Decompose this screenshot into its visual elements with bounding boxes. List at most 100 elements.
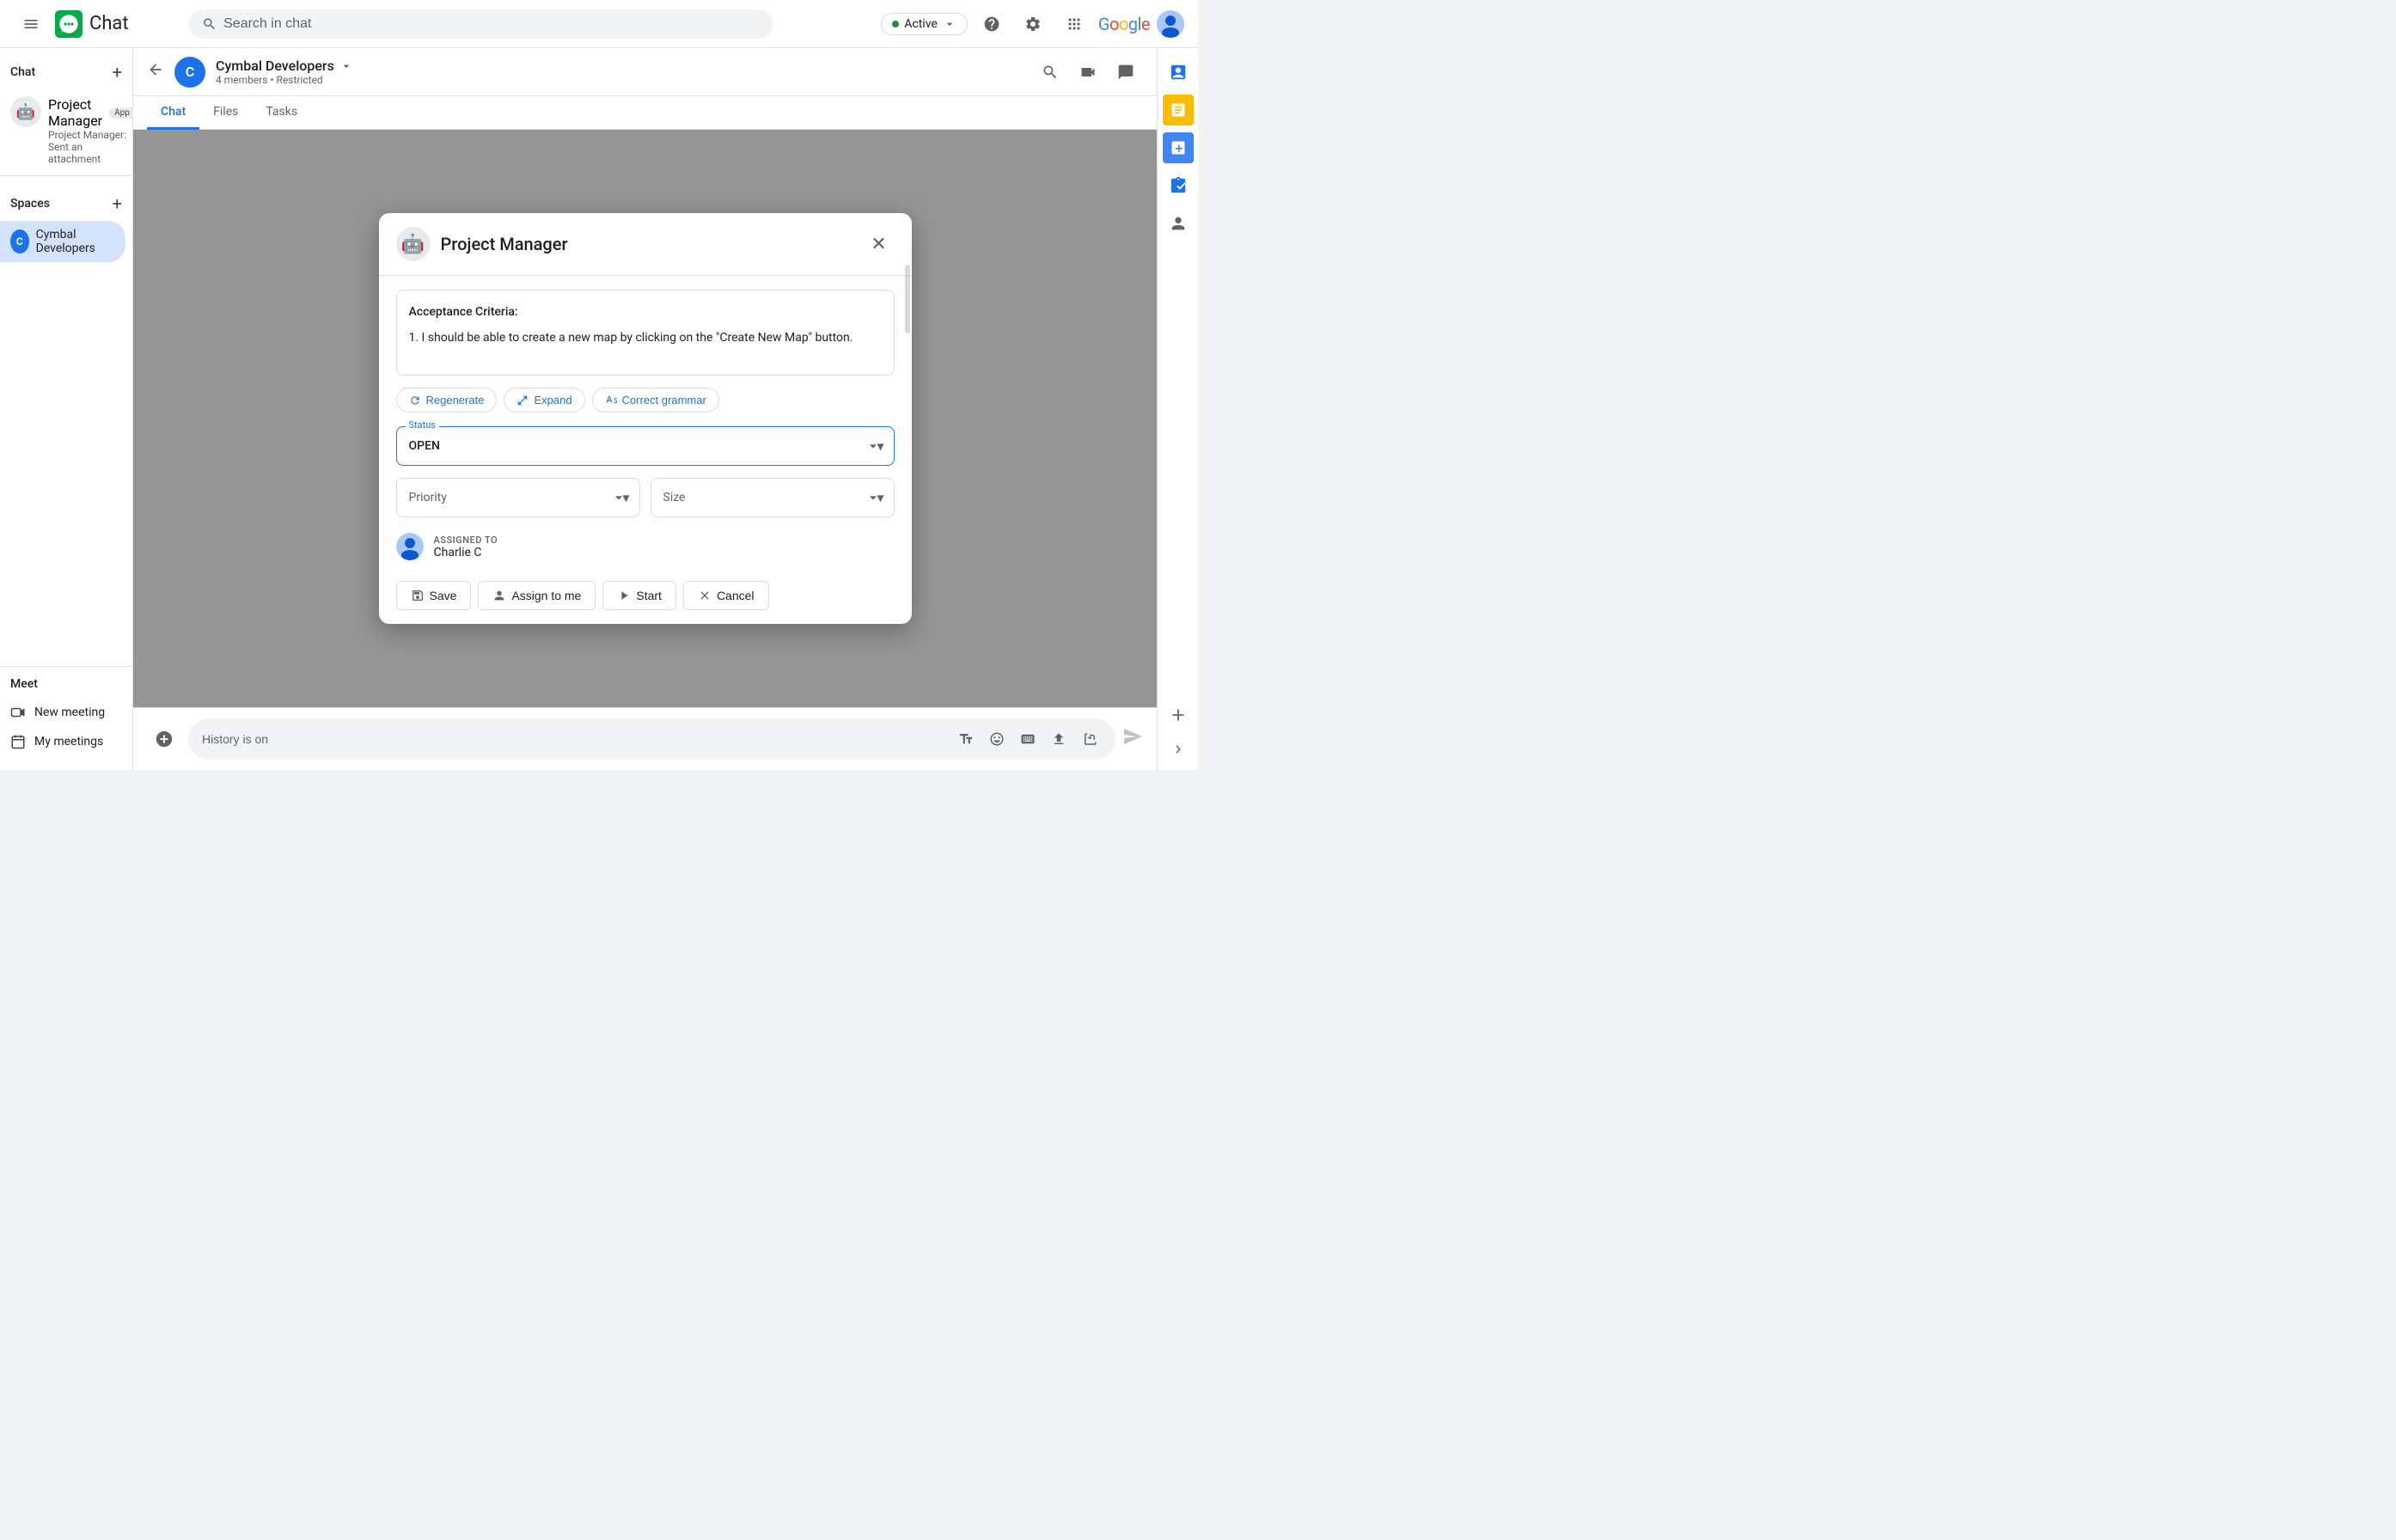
input-icons	[954, 727, 1102, 751]
search-chat-icon[interactable]	[1033, 55, 1067, 89]
right-panel-icon-1[interactable]	[1161, 55, 1195, 89]
sidebar-item-cymbal-developers[interactable]: C Cymbal Developers	[0, 221, 125, 262]
start-button[interactable]: Start	[602, 581, 676, 610]
add-content-icon[interactable]	[147, 722, 181, 756]
chat-body: 🤖 Project Manager ✕ Acceptance Criteria:…	[133, 130, 1157, 707]
regenerate-icon	[409, 394, 421, 406]
meet-title: Meet	[10, 677, 38, 691]
new-meeting-icon	[10, 705, 26, 720]
chat-bubble-icon[interactable]	[1109, 55, 1143, 89]
modal-bot-icon: 🤖	[396, 227, 431, 261]
user-avatar[interactable]	[1157, 10, 1184, 38]
emoji-icon[interactable]	[985, 727, 1009, 751]
assign-icon	[492, 589, 506, 602]
priority-size-row: Priority Size	[396, 478, 895, 517]
assigned-section: ASSIGNED TO Charlie C	[396, 529, 895, 564]
meet-section-header[interactable]: Meet	[0, 670, 132, 698]
regenerate-button[interactable]: Regenerate	[396, 388, 498, 412]
spaces-add-icon[interactable]: +	[113, 193, 122, 214]
sidebar-item-project-manager[interactable]: 🤖 Project Manager App Project Manager: S…	[0, 89, 132, 172]
space-header-info: Cymbal Developers 4 members • Restricted	[216, 58, 353, 86]
meet-section: Meet New meeting My meetings	[0, 656, 132, 763]
acceptance-criteria-box[interactable]: Acceptance Criteria: 1. I should be able…	[396, 290, 895, 376]
right-panel-icon-yellow[interactable]	[1163, 95, 1194, 125]
meet-my-meetings[interactable]: My meetings	[0, 727, 132, 756]
size-select[interactable]: Size	[651, 478, 895, 517]
send-button[interactable]	[1122, 726, 1143, 752]
size-wrapper: Size	[651, 478, 895, 517]
tab-files[interactable]: Files	[199, 96, 252, 130]
spaces-section-header[interactable]: Spaces +	[0, 186, 132, 221]
save-icon	[411, 589, 425, 602]
modal-body: Acceptance Criteria: 1. I should be able…	[379, 276, 912, 624]
tab-chat[interactable]: Chat	[147, 96, 199, 130]
assigned-name: Charlie C	[434, 546, 498, 559]
status-dot	[892, 21, 899, 28]
modal-title: Project Manager	[441, 234, 853, 254]
modal-actions: Save Assign to me Start	[396, 578, 895, 610]
modal: 🤖 Project Manager ✕ Acceptance Criteria:…	[379, 213, 912, 624]
assign-to-me-button[interactable]: Assign to me	[478, 581, 596, 610]
help-icon[interactable]	[975, 7, 1009, 41]
cancel-icon	[698, 589, 712, 602]
tab-tasks[interactable]: Tasks	[252, 96, 311, 130]
chat-tabs: Chat Files Tasks	[133, 96, 1157, 130]
priority-label: Priority	[409, 491, 447, 504]
back-button[interactable]	[147, 61, 164, 82]
video-add-icon[interactable]	[1078, 727, 1102, 751]
priority-wrapper: Priority	[396, 478, 640, 517]
right-panel	[1157, 48, 1198, 770]
upload-icon[interactable]	[1047, 727, 1071, 751]
priority-select[interactable]: Priority	[396, 478, 640, 517]
google-chat-logo	[55, 10, 83, 38]
cancel-button[interactable]: Cancel	[683, 581, 769, 610]
apps-icon[interactable]	[1057, 7, 1091, 41]
status-label: Active	[904, 17, 938, 31]
meet-new-meeting[interactable]: New meeting	[0, 698, 132, 727]
chat-section-header[interactable]: Chat +	[0, 55, 132, 89]
correct-grammar-button[interactable]: Correct grammar	[592, 388, 719, 412]
spaces-section: Spaces + C Cymbal Developers	[0, 186, 132, 262]
google-logo: Google	[1098, 14, 1150, 34]
chat-input[interactable]	[202, 732, 954, 746]
right-panel-add-icon[interactable]	[1161, 698, 1195, 732]
right-panel-person-icon[interactable]	[1161, 206, 1195, 241]
pm-name: Project Manager	[48, 96, 102, 129]
search-bar	[188, 9, 773, 39]
video-icon[interactable]	[1071, 55, 1105, 89]
size-label: Size	[663, 491, 686, 504]
right-panel-task-icon[interactable]	[1161, 168, 1195, 203]
hamburger-icon[interactable]	[14, 7, 48, 41]
status-dropdown-icon	[865, 437, 882, 455]
acceptance-criteria-text: 1. I should be able to create a new map …	[409, 328, 882, 347]
search-icon	[202, 16, 217, 32]
keyboard-icon[interactable]	[1016, 727, 1040, 751]
chat-section-title: Chat	[10, 65, 35, 79]
pm-badge: App	[109, 107, 135, 119]
modal-scrollbar[interactable]	[905, 265, 910, 333]
modal-close-button[interactable]: ✕	[864, 229, 895, 260]
assigned-avatar	[396, 533, 424, 560]
chat-add-icon[interactable]: +	[113, 62, 122, 82]
settings-icon[interactable]	[1016, 7, 1050, 41]
chat-header-right	[1033, 55, 1143, 89]
pm-avatar: 🤖	[10, 96, 41, 127]
pm-text: Project Manager App Project Manager: Sen…	[48, 96, 135, 165]
status-chip[interactable]: Active	[881, 13, 968, 35]
save-button[interactable]: Save	[396, 581, 472, 610]
search-input[interactable]	[223, 16, 759, 32]
status-value: OPEN	[409, 439, 440, 453]
grammar-icon	[605, 394, 617, 406]
modal-overlay: 🤖 Project Manager ✕ Acceptance Criteria:…	[133, 130, 1157, 707]
space-header-icon: C	[174, 57, 205, 88]
content-area: Chat + 🤖 Project Manager App Project Man…	[0, 48, 1198, 770]
spaces-title: Spaces	[10, 197, 50, 211]
dropdown-icon	[339, 59, 353, 73]
expand-right-icon[interactable]	[1164, 736, 1192, 763]
text-format-icon[interactable]	[954, 727, 978, 751]
chat-header-left: C Cymbal Developers 4 members • Restrict…	[147, 57, 353, 88]
right-panel-icon-blue[interactable]	[1163, 132, 1194, 163]
start-icon	[617, 589, 631, 602]
topbar: Chat Active Google	[0, 0, 1198, 48]
expand-button[interactable]: Expand	[504, 388, 584, 412]
